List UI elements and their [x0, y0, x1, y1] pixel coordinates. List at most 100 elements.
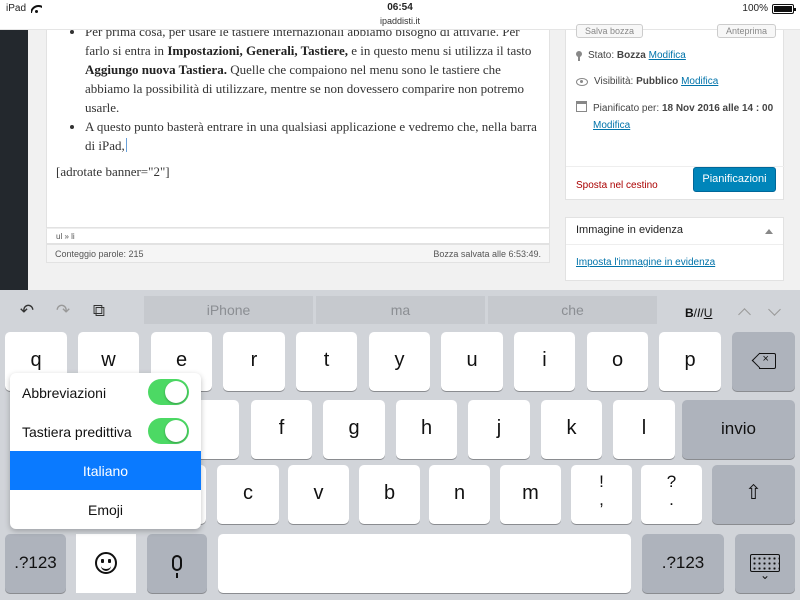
key-m[interactable]: m	[500, 465, 561, 524]
status-value: Bozza	[616, 50, 646, 61]
edit-status-link[interactable]: Modifica	[649, 50, 686, 61]
key-r[interactable]: r	[223, 332, 285, 391]
emoji-key[interactable]	[76, 534, 136, 593]
microphone-icon	[172, 554, 182, 578]
dictation-key[interactable]	[147, 534, 207, 593]
backspace-x: ×	[762, 352, 769, 365]
shortcode-paragraph: [adrotate banner="2"]	[56, 164, 170, 179]
schedule-value: 18 Nov 2016 alle 14 : 00	[661, 103, 774, 114]
chevron-down-icon: ⌄	[759, 568, 771, 582]
abbreviations-row[interactable]: Abbreviazioni	[10, 373, 201, 412]
key-g[interactable]: g	[323, 400, 385, 459]
undo-icon[interactable]: ↶	[18, 302, 36, 320]
element-path[interactable]: ul » li	[46, 228, 550, 244]
schedule-label: Pianificato per:	[593, 103, 660, 114]
key-v[interactable]: v	[288, 465, 349, 524]
suggestion-1[interactable]: iPhone	[144, 296, 313, 324]
key-k[interactable]: k	[541, 400, 602, 459]
collapse-caret-icon[interactable]	[765, 229, 773, 234]
publish-top-buttons: Salva bozza Anteprima	[572, 24, 780, 38]
suggestion-2[interactable]: ma	[316, 296, 485, 324]
bullet1-line1: Per prima cosa, per usare le tastiere in…	[85, 30, 500, 39]
move-to-trash-link[interactable]: Sposta nel cestino	[576, 180, 658, 191]
eye-icon	[576, 78, 588, 86]
underline-letter: U	[703, 306, 713, 320]
bold-letter: B	[685, 306, 694, 320]
text-caret	[125, 138, 127, 152]
bullet2-text: A questo punto basterà entrare in una qu…	[85, 119, 537, 153]
suggestion-3[interactable]: che	[488, 296, 657, 324]
language-option-italian[interactable]: Italiano	[10, 451, 201, 490]
status-right: 100%	[742, 3, 796, 14]
key-exclamation-comma[interactable]: !,	[571, 465, 632, 524]
featured-image-header[interactable]: Immagine in evidenza	[566, 218, 783, 245]
predictive-toggle[interactable]	[148, 418, 189, 444]
redo-icon[interactable]: ↷	[54, 302, 72, 320]
calendar-icon	[576, 101, 587, 112]
status-row: Stato: Bozza Modifica	[576, 50, 686, 61]
chevron-down-icon[interactable]	[767, 305, 781, 319]
visibility-text: Visibilità: Pubblico Modifica	[594, 76, 718, 87]
format-biu-button[interactable]: B/I/U	[685, 306, 712, 320]
shift-icon: ⇧	[745, 482, 762, 504]
key-y[interactable]: y	[369, 332, 430, 391]
editor-status-bar: Conteggio parole: 215 Bozza salvata alle…	[46, 244, 550, 263]
bullet1-bold-b: Aggiungo nuova Tastiera.	[85, 62, 227, 77]
numbers-key-left[interactable]: .?123	[5, 534, 66, 593]
key-l[interactable]: l	[613, 400, 675, 459]
backspace-icon: ×	[751, 352, 777, 370]
key-i[interactable]: i	[514, 332, 575, 391]
key-o[interactable]: o	[587, 332, 648, 391]
editor-list: Per prima cosa, per usare le tastiere in…	[69, 30, 543, 155]
save-draft-button[interactable]: Salva bozza	[576, 24, 644, 38]
language-option-emoji[interactable]: Emoji	[10, 490, 201, 529]
predictive-label: Tastiera predittiva	[22, 424, 132, 440]
key-p[interactable]: p	[659, 332, 721, 391]
language-italian-label: Italiano	[82, 463, 129, 479]
admin-sidebar	[0, 30, 28, 290]
status-text: Stato: Bozza Modifica	[588, 50, 686, 61]
key-question-period[interactable]: ?.	[641, 465, 702, 524]
battery-percent: 100%	[742, 3, 768, 14]
key-c[interactable]: c	[217, 465, 279, 524]
predictive-row[interactable]: Tastiera predittiva	[10, 412, 201, 451]
abbreviations-toggle[interactable]	[148, 379, 189, 405]
paste-icon[interactable]: ⧉	[90, 302, 108, 320]
status-label: Stato:	[588, 50, 615, 61]
featured-image-title: Immagine in evidenza	[576, 224, 684, 236]
italic-letter: I	[697, 306, 701, 320]
key-f[interactable]: f	[251, 400, 312, 459]
key-h[interactable]: h	[396, 400, 457, 459]
keyboard-language-popup: Abbreviazioni Tastiera predittiva Italia…	[10, 373, 201, 529]
space-key[interactable]	[218, 534, 631, 593]
list-item: A questo punto basterà entrare in una qu…	[85, 117, 543, 155]
key-excl-bottom: ,	[599, 490, 604, 509]
key-j[interactable]: j	[468, 400, 530, 459]
shift-key[interactable]: ⇧	[712, 465, 795, 524]
clock: 06:54	[387, 2, 413, 13]
chevron-up-icon[interactable]	[737, 305, 751, 319]
key-n[interactable]: n	[429, 465, 490, 524]
key-excl-top: !	[599, 472, 604, 491]
featured-image-box: Immagine in evidenza Imposta l'immagine …	[565, 217, 784, 281]
hide-keyboard-key[interactable]: ⌄	[735, 534, 795, 593]
numbers-key-right[interactable]: .?123	[642, 534, 724, 593]
edit-schedule-link[interactable]: Modifica	[593, 120, 630, 131]
pin-icon	[576, 51, 582, 61]
visibility-value: Pubblico	[636, 76, 679, 87]
key-quest-top: ?	[666, 472, 677, 491]
backspace-key[interactable]: ×	[732, 332, 795, 391]
preview-button[interactable]: Anteprima	[716, 24, 776, 38]
visibility-label: Visibilità:	[594, 76, 634, 87]
schedule-button[interactable]: Pianificazioni	[693, 167, 776, 192]
key-t[interactable]: t	[296, 332, 357, 391]
key-b[interactable]: b	[359, 465, 420, 524]
key-u[interactable]: u	[441, 332, 503, 391]
word-count: Conteggio parole: 215	[55, 249, 144, 259]
set-featured-image-link[interactable]: Imposta l'immagine in evidenza	[576, 257, 715, 268]
enter-key[interactable]: invio	[682, 400, 795, 459]
list-item: Per prima cosa, per usare le tastiere in…	[85, 30, 543, 117]
battery-icon	[772, 3, 796, 14]
edit-visibility-link[interactable]: Modifica	[681, 76, 718, 87]
post-editor[interactable]: Per prima cosa, per usare le tastiere in…	[46, 30, 550, 228]
